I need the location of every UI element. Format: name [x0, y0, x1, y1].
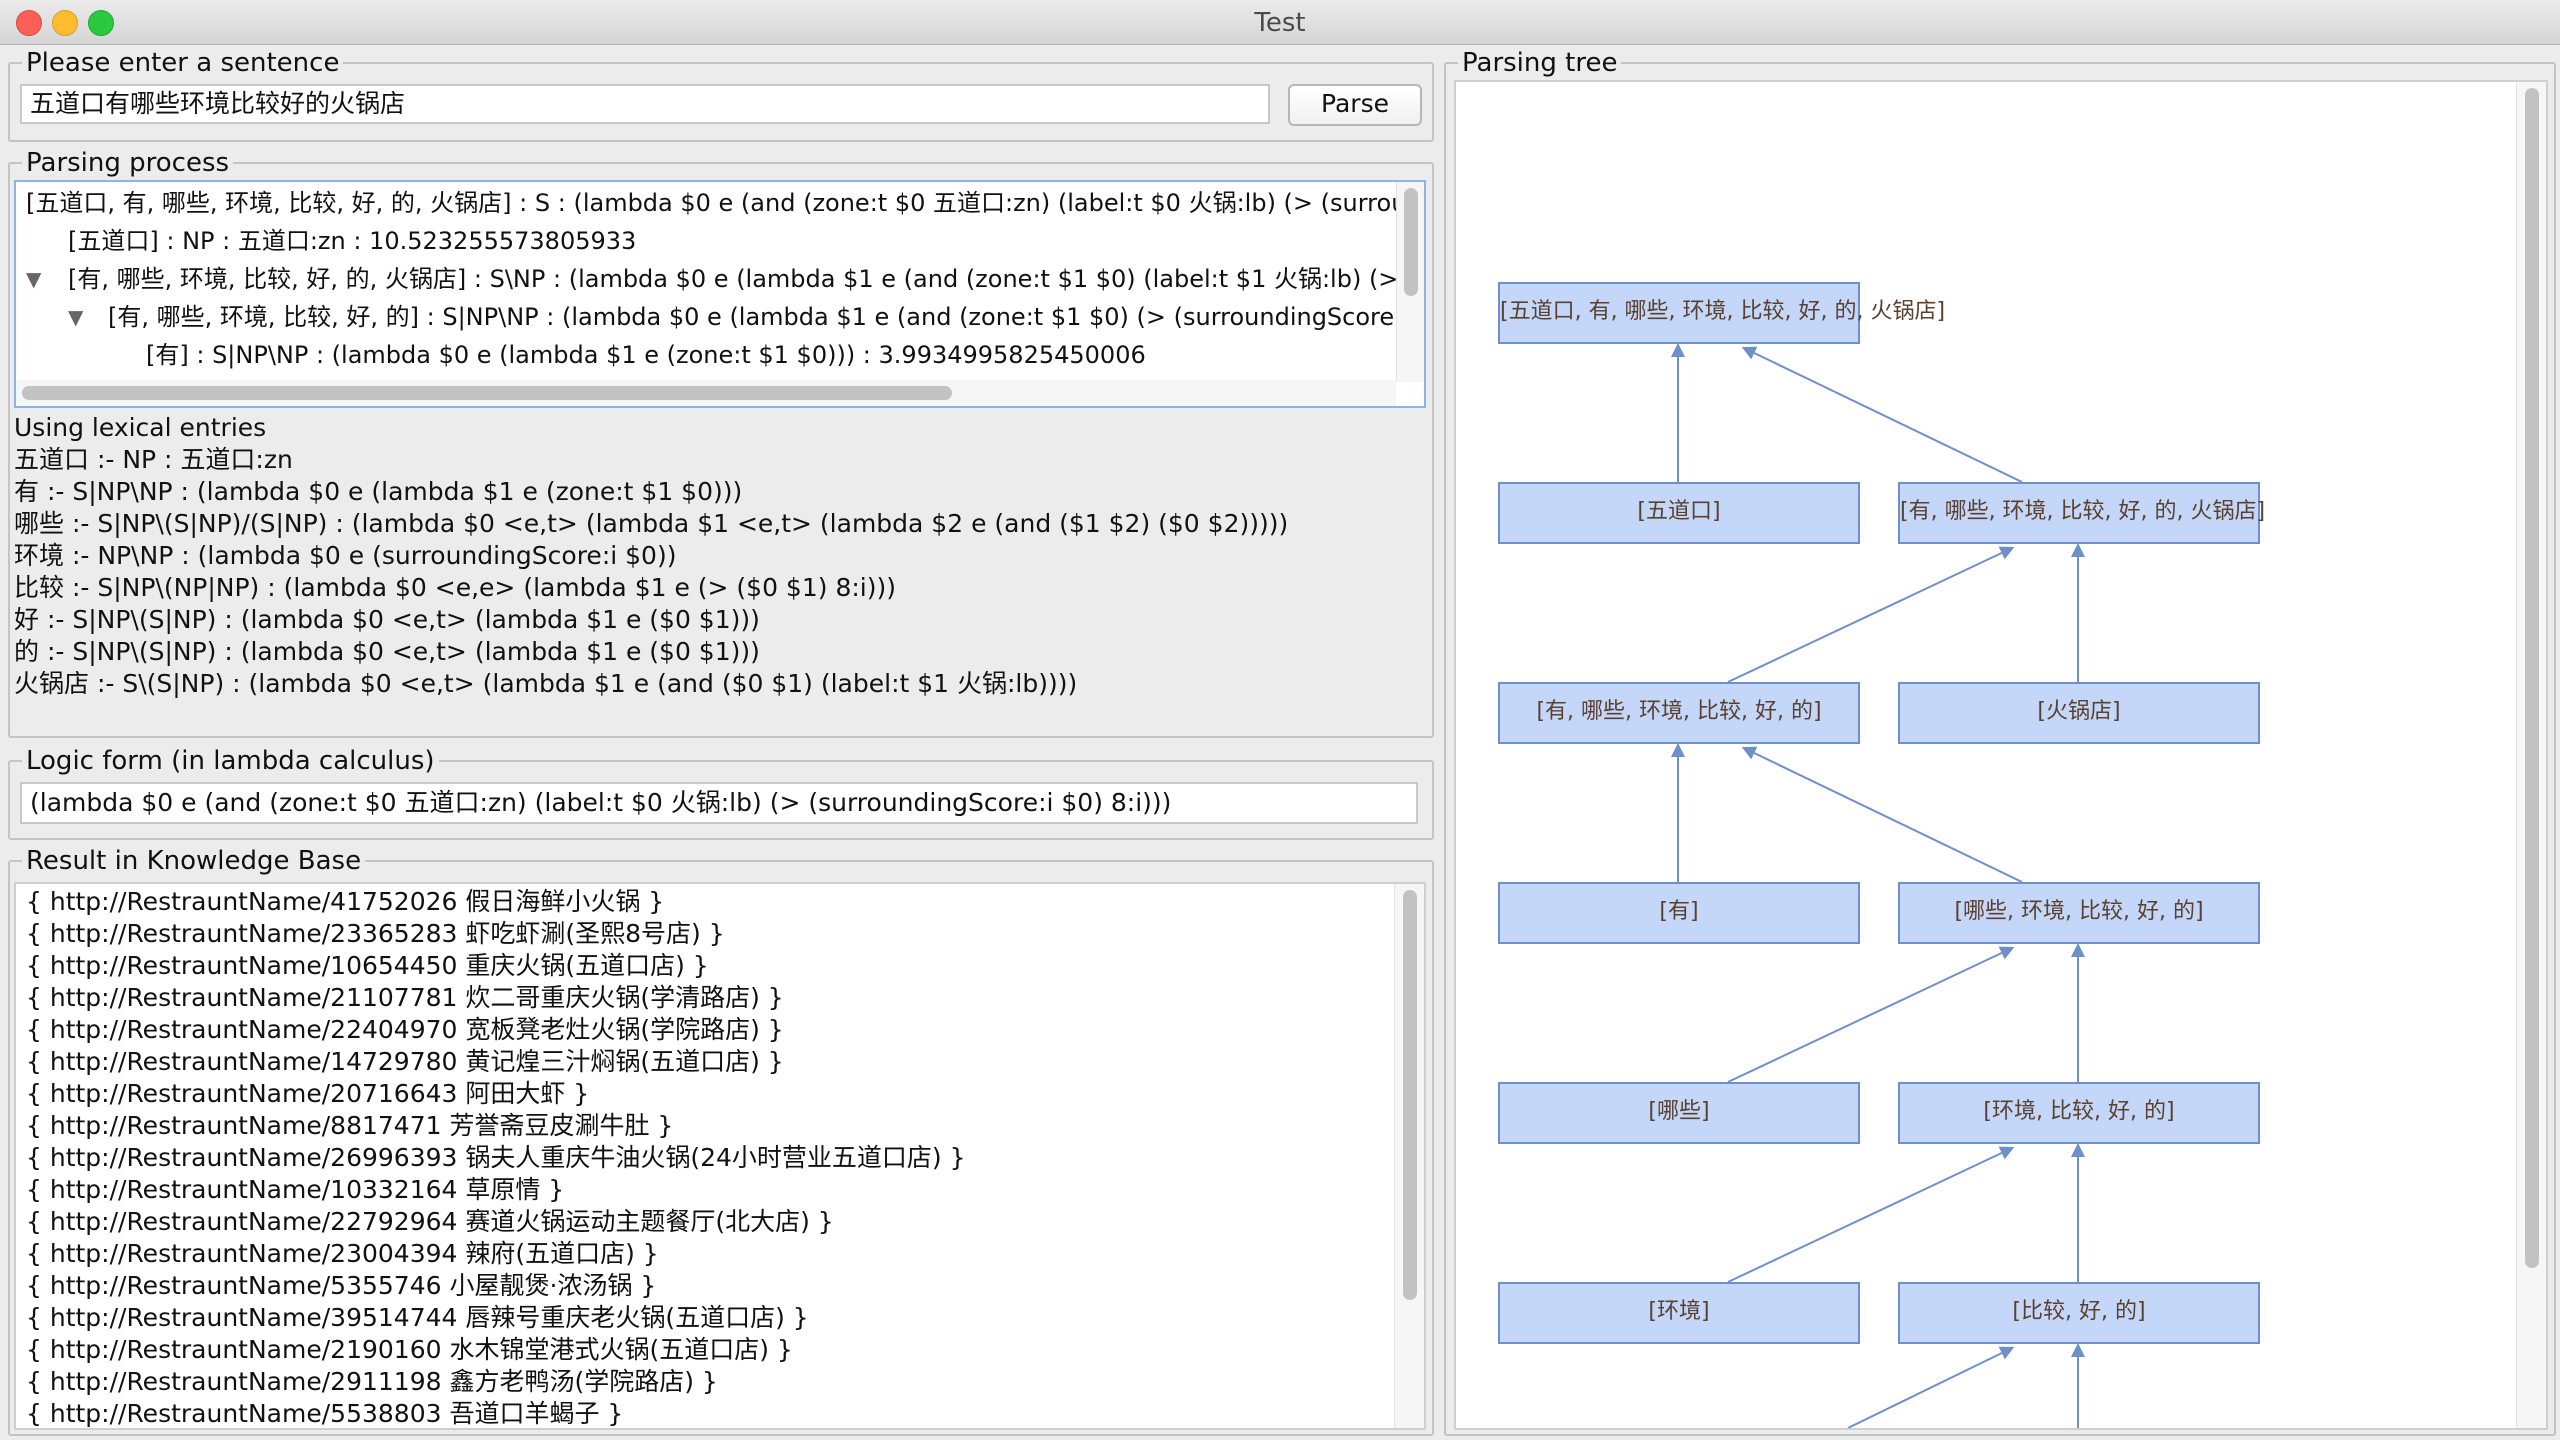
lexical-entry: 的 :- S|NP\(S|NP) : (lambda $0 <e,t> (lam… — [14, 637, 760, 666]
derivation-row[interactable]: [有] : S|NP\NP : (lambda $0 e (lambda $1 … — [146, 336, 1146, 374]
result-item[interactable]: { http://RestrauntName/8817471 芳誉斋豆皮涮牛肚 … — [26, 1110, 673, 1142]
tree-node[interactable]: [环境] — [1498, 1282, 1860, 1344]
result-item[interactable]: { http://RestrauntName/10332164 草原情 } — [26, 1174, 564, 1206]
tree-node[interactable]: [比较, 好, 的] — [1898, 1282, 2260, 1344]
parsing-process-title: Parsing process — [22, 147, 234, 179]
result-item[interactable]: { http://RestrauntName/39514744 唇辣号重庆老火锅… — [26, 1302, 809, 1334]
result-item[interactable]: { http://RestrauntName/22792964 赛道火锅运动主题… — [26, 1206, 834, 1238]
tree-node[interactable]: [火锅店] — [1898, 682, 2260, 744]
lexical-entry: 五道口 :- NP : 五道口:zn — [14, 445, 293, 474]
derivation-row[interactable]: [五道口] : NP : 五道口:zn : 10.523255573805933 — [68, 222, 636, 260]
logic-form-field[interactable]: (lambda $0 e (and (zone:t $0 五道口:zn) (la… — [20, 782, 1418, 824]
window-titlebar: Test — [0, 0, 2560, 45]
lexical-entry: 火锅店 :- S\(S|NP) : (lambda $0 <e,t> (lamb… — [14, 669, 1078, 698]
result-item[interactable]: { http://RestrauntName/2911198 鑫方老鸭汤(学院路… — [26, 1366, 718, 1398]
result-vertical-scrollbar[interactable] — [1394, 884, 1424, 1428]
tree-edge — [1727, 1146, 2015, 1283]
result-item[interactable]: { http://RestrauntName/2190160 水木锦堂港式火锅(… — [26, 1334, 793, 1366]
result-item[interactable]: { http://RestrauntName/41752026 假日海鲜小火锅 … — [26, 886, 664, 918]
sentence-input[interactable]: 五道口有哪些环境比较好的火锅店 — [20, 84, 1270, 124]
result-item[interactable]: { http://RestrauntName/23004394 辣府(五道口店)… — [26, 1238, 659, 1270]
parse-derivation-tree[interactable]: [五道口, 有, 哪些, 环境, 比较, 好, 的, 火锅店] : S : (l… — [14, 180, 1426, 408]
lexical-entry: 哪些 :- S|NP\(S|NP)/(S|NP) : (lambda $0 <e… — [14, 509, 1289, 538]
derivation-row[interactable]: [有, 哪些, 环境, 比较, 好, 的, 火锅店] : S\NP : (lam… — [68, 260, 1398, 298]
result-item[interactable]: { http://RestrauntName/26996393 锅夫人重庆牛油火… — [26, 1142, 966, 1174]
result-list[interactable]: { http://RestrauntName/41752026 假日海鲜小火锅 … — [14, 882, 1426, 1430]
parsing-tree-group: Parsing tree [五道口, 有, 哪些, 环境, 比较, 好, 的, … — [1444, 47, 2556, 1436]
parsing-tree-canvas[interactable]: [五道口, 有, 哪些, 环境, 比较, 好, 的, 火锅店] [五道口] [有… — [1454, 80, 2548, 1430]
tree-node[interactable]: [哪些, 环境, 比较, 好, 的] — [1898, 882, 2260, 944]
lexical-entries-title: Using lexical entries — [14, 413, 267, 442]
result-item[interactable]: { http://RestrauntName/5355746 小屋靓煲·浓汤锅 … — [26, 1270, 656, 1302]
derivation-vertical-scrollbar[interactable] — [1396, 182, 1424, 382]
result-item[interactable]: { http://RestrauntName/14729780 黄记煌三汁焖锅(… — [26, 1046, 784, 1078]
tree-edge — [1847, 1346, 2015, 1428]
lexical-entry: 环境 :- NP\NP : (lambda $0 e (surroundingS… — [14, 541, 677, 570]
tree-edge — [1727, 946, 2015, 1083]
expand-triangle-icon[interactable]: ▼ — [26, 260, 41, 298]
derivation-horizontal-scrollbar[interactable] — [16, 380, 1396, 406]
parsing-process-group: Parsing process [五道口, 有, 哪些, 环境, 比较, 好, … — [8, 147, 1434, 738]
tree-node[interactable]: [环境, 比较, 好, 的] — [1898, 1082, 2260, 1144]
derivation-horizontal-scroll-thumb[interactable] — [22, 386, 952, 400]
result-item[interactable]: { http://RestrauntName/22404970 宽板凳老灶火锅(… — [26, 1014, 784, 1046]
logic-form-title: Logic form (in lambda calculus) — [22, 745, 439, 777]
expand-triangle-icon[interactable]: ▼ — [68, 298, 83, 336]
result-item[interactable]: { http://RestrauntName/5538803 吾道口羊蝎子 } — [26, 1398, 623, 1428]
lexical-entry: 比较 :- S|NP\(NP|NP) : (lambda $0 <e,e> (l… — [14, 573, 896, 602]
parse-button[interactable]: Parse — [1288, 84, 1422, 126]
tree-edge — [1741, 346, 2023, 483]
tree-node[interactable]: [有] — [1498, 882, 1860, 944]
sentence-input-group: Please enter a sentence 五道口有哪些环境比较好的火锅店 … — [8, 47, 1434, 142]
tree-edge — [1741, 746, 2023, 883]
tree-node-root[interactable]: [五道口, 有, 哪些, 环境, 比较, 好, 的, 火锅店] — [1498, 282, 1945, 344]
result-item[interactable]: { http://RestrauntName/10654450 重庆火锅(五道口… — [26, 950, 709, 982]
result-vertical-scroll-thumb[interactable] — [1403, 890, 1417, 1300]
tree-edge — [1727, 546, 2015, 683]
tree-vertical-scroll-thumb[interactable] — [2525, 88, 2539, 1268]
window-title: Test — [1254, 8, 1306, 38]
result-item[interactable]: { http://RestrauntName/20716643 阿田大虾 } — [26, 1078, 589, 1110]
tree-node[interactable]: [有, 哪些, 环境, 比较, 好, 的, 火锅店] — [1898, 482, 2265, 544]
derivation-row[interactable]: [五道口, 有, 哪些, 环境, 比较, 好, 的, 火锅店] : S : (l… — [26, 184, 1406, 222]
tree-vertical-scrollbar[interactable] — [2516, 82, 2546, 1428]
sentence-group-title: Please enter a sentence — [22, 47, 344, 79]
parsing-tree-title: Parsing tree — [1458, 47, 1622, 79]
lexical-entry: 有 :- S|NP\NP : (lambda $0 e (lambda $1 e… — [14, 477, 743, 506]
derivation-row[interactable]: [有, 哪些, 环境, 比较, 好, 的] : S|NP\NP : (lambd… — [108, 298, 1409, 336]
result-item[interactable]: { http://RestrauntName/21107781 炊二哥重庆火锅(… — [26, 982, 784, 1014]
derivation-vertical-scroll-thumb[interactable] — [1404, 188, 1418, 296]
result-title: Result in Knowledge Base — [22, 845, 366, 877]
lexical-entry: 好 :- S|NP\(S|NP) : (lambda $0 <e,t> (lam… — [14, 605, 760, 634]
tree-node[interactable]: [五道口] — [1498, 482, 1860, 544]
tree-node[interactable]: [哪些] — [1498, 1082, 1860, 1144]
logic-form-group: Logic form (in lambda calculus) (lambda … — [8, 745, 1434, 840]
tree-node[interactable]: [有, 哪些, 环境, 比较, 好, 的] — [1498, 682, 1860, 744]
result-group: Result in Knowledge Base { http://Restra… — [8, 845, 1434, 1436]
result-item[interactable]: { http://RestrauntName/23365283 虾吃虾涮(圣熙8… — [26, 918, 725, 950]
